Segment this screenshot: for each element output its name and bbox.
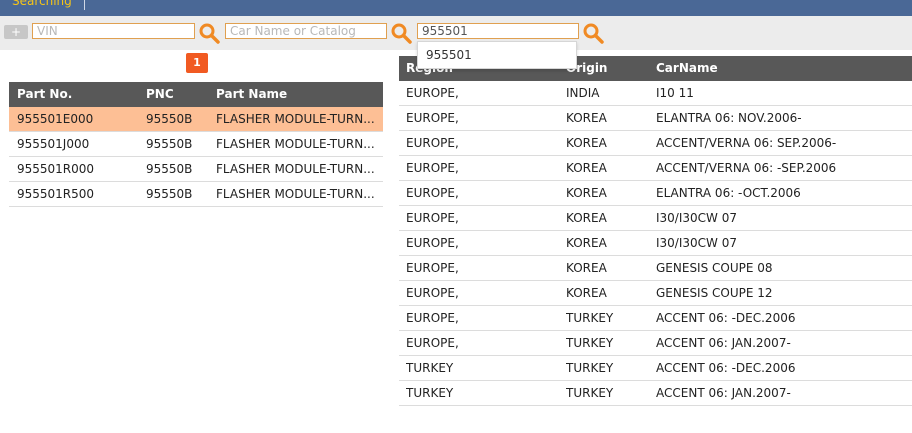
vin-input[interactable] [32, 23, 195, 39]
search-icon[interactable] [390, 22, 412, 44]
origin-cell: TURKEY [566, 336, 614, 350]
part-number-input[interactable] [417, 23, 579, 39]
car-name-cell: ACCENT/VERNA 06: SEP.2006- [656, 136, 837, 150]
origin-cell: KOREA [566, 111, 607, 125]
table-row[interactable]: EUROPE, KOREA I30/I30CW 07 [399, 206, 912, 231]
origin-cell: KOREA [566, 286, 607, 300]
region-cell: EUROPE, [406, 111, 459, 125]
table-row[interactable]: TURKEY TURKEY ACCENT 06: -DEC.2006 [399, 356, 912, 381]
pnc-cell: 95550B [146, 137, 193, 151]
region-cell: EUROPE, [406, 161, 459, 175]
car-name-input[interactable] [225, 23, 387, 39]
table-row[interactable]: EUROPE, KOREA I30/I30CW 07 [399, 231, 912, 256]
table-row[interactable]: EUROPE, KOREA ACCENT/VERNA 06: -SEP.2006 [399, 156, 912, 181]
part-no-cell: 955501J000 [17, 137, 90, 151]
car-name-cell: ACCENT 06: -DEC.2006 [656, 361, 796, 375]
tab-separator [84, 0, 85, 10]
pnc-cell: 95550B [146, 112, 193, 126]
autocomplete-option[interactable]: 955501 [426, 48, 472, 62]
pnc-cell: 95550B [146, 162, 193, 176]
autocomplete-dropdown: 955501 [417, 41, 577, 69]
column-header-part-no[interactable]: Part No. [17, 82, 137, 107]
table-row[interactable]: EUROPE, KOREA GENESIS COUPE 08 [399, 256, 912, 281]
pnc-cell: 95550B [146, 187, 193, 201]
origin-cell: TURKEY [566, 361, 614, 375]
region-cell: TURKEY [406, 386, 454, 400]
origin-cell: KOREA [566, 161, 607, 175]
page-number-button[interactable]: 1 [186, 53, 208, 73]
region-cell: EUROPE, [406, 286, 459, 300]
part-no-cell: 955501R500 [17, 187, 95, 201]
table-row[interactable]: 955501J000 95550B FLASHER MODULE-TURN... [9, 132, 383, 157]
region-cell: TURKEY [406, 361, 454, 375]
part-no-cell: 955501E000 [17, 112, 94, 126]
part-no-cell: 955501R000 [17, 162, 95, 176]
parts-table-header: Part No. PNC Part Name [9, 82, 383, 107]
cars-table: Region Origin CarName EUROPE, INDIA I10 … [399, 56, 912, 406]
region-cell: EUROPE, [406, 86, 459, 100]
add-button[interactable]: + [4, 25, 28, 39]
car-name-cell: I30/I30CW 07 [656, 211, 737, 225]
tab-searching[interactable]: Searching [12, 0, 72, 8]
car-name-cell: GENESIS COUPE 08 [656, 261, 773, 275]
origin-cell: TURKEY [566, 386, 614, 400]
column-header-origin[interactable]: Origin [566, 56, 646, 81]
origin-cell: KOREA [566, 236, 607, 250]
region-cell: EUROPE, [406, 336, 459, 350]
column-header-car-name[interactable]: CarName [656, 56, 906, 81]
region-cell: EUROPE, [406, 186, 459, 200]
part-name-cell: FLASHER MODULE-TURN... [216, 187, 375, 201]
part-name-cell: FLASHER MODULE-TURN... [216, 112, 375, 126]
car-name-cell: I30/I30CW 07 [656, 236, 737, 250]
part-name-cell: FLASHER MODULE-TURN... [216, 137, 375, 151]
origin-cell: TURKEY [566, 311, 614, 325]
car-name-cell: ACCENT 06: JAN.2007- [656, 386, 791, 400]
region-cell: EUROPE, [406, 311, 459, 325]
table-row[interactable]: EUROPE, KOREA GENESIS COUPE 12 [399, 281, 912, 306]
car-name-cell: ACCENT 06: -DEC.2006 [656, 311, 796, 325]
region-cell: EUROPE, [406, 236, 459, 250]
table-row[interactable]: EUROPE, TURKEY ACCENT 06: -DEC.2006 [399, 306, 912, 331]
origin-cell: INDIA [566, 86, 600, 100]
car-name-cell: ACCENT/VERNA 06: -SEP.2006 [656, 161, 837, 175]
origin-cell: KOREA [566, 211, 607, 225]
table-row[interactable]: EUROPE, TURKEY ACCENT 06: JAN.2007- [399, 331, 912, 356]
table-row[interactable]: TURKEY TURKEY ACCENT 06: JAN.2007- [399, 381, 912, 406]
region-cell: EUROPE, [406, 211, 459, 225]
table-row[interactable]: 955501R500 95550B FLASHER MODULE-TURN... [9, 182, 383, 207]
car-name-cell: GENESIS COUPE 12 [656, 286, 773, 300]
top-navigation-bar: Searching [0, 0, 912, 16]
parts-table: Part No. PNC Part Name 955501E000 95550B… [9, 82, 383, 207]
column-header-pnc[interactable]: PNC [146, 82, 206, 107]
column-header-part-name[interactable]: Part Name [216, 82, 379, 107]
table-row[interactable]: EUROPE, KOREA ELANTRA 06: -OCT.2006 [399, 181, 912, 206]
table-row[interactable]: 955501R000 95550B FLASHER MODULE-TURN... [9, 157, 383, 182]
car-name-cell: ELANTRA 06: NOV.2006- [656, 111, 802, 125]
origin-cell: KOREA [566, 186, 607, 200]
origin-cell: KOREA [566, 136, 607, 150]
origin-cell: KOREA [566, 261, 607, 275]
car-name-cell: ACCENT 06: JAN.2007- [656, 336, 791, 350]
car-name-cell: I10 11 [656, 86, 694, 100]
table-row[interactable]: EUROPE, KOREA ACCENT/VERNA 06: SEP.2006- [399, 131, 912, 156]
search-icon[interactable] [198, 22, 220, 44]
car-name-cell: ELANTRA 06: -OCT.2006 [656, 186, 801, 200]
region-cell: EUROPE, [406, 261, 459, 275]
table-row[interactable]: 955501E000 95550B FLASHER MODULE-TURN... [9, 107, 383, 132]
table-row[interactable]: EUROPE, INDIA I10 11 [399, 81, 912, 106]
table-row[interactable]: EUROPE, KOREA ELANTRA 06: NOV.2006- [399, 106, 912, 131]
part-name-cell: FLASHER MODULE-TURN... [216, 162, 375, 176]
region-cell: EUROPE, [406, 136, 459, 150]
search-icon[interactable] [582, 22, 604, 44]
